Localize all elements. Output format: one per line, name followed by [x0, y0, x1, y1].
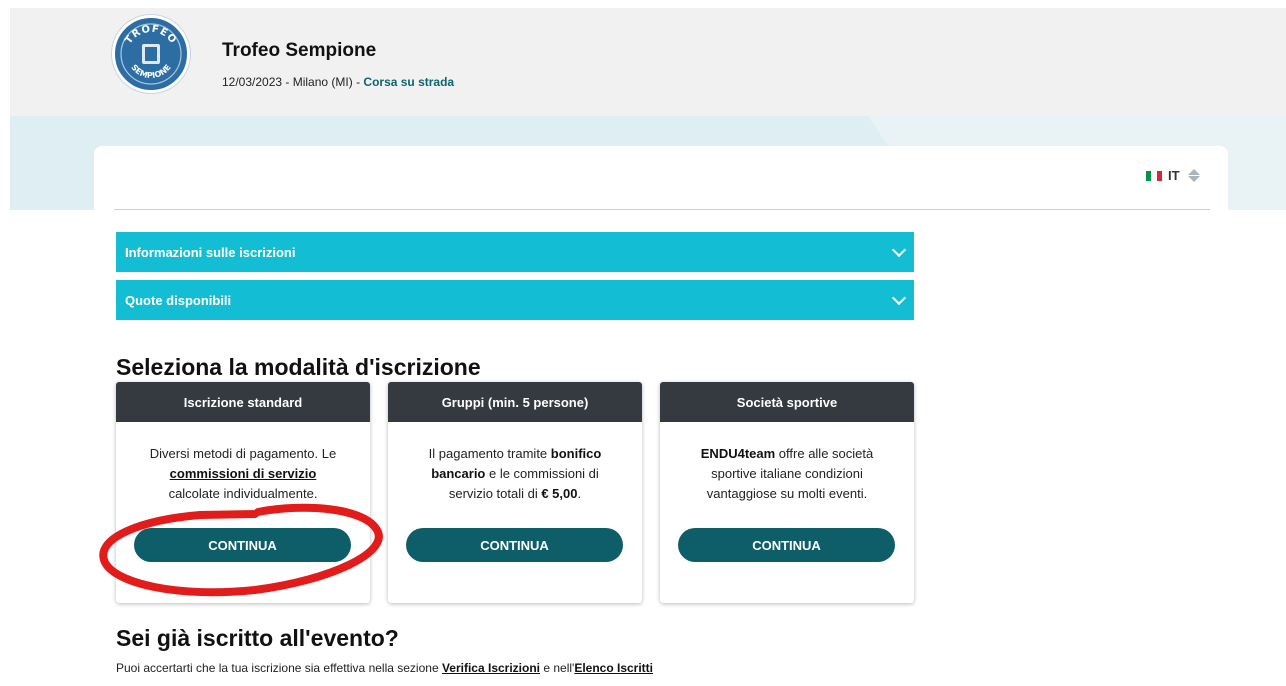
- logo-text-top: TROFEO: [123, 24, 177, 47]
- svg-text:TROFEO: TROFEO: [123, 24, 178, 47]
- description-text: calcolate individualmente.: [168, 486, 318, 501]
- registration-mode-title: Seleziona la modalità d'iscrizione: [116, 354, 481, 380]
- description-text: .: [577, 486, 582, 501]
- language-selector[interactable]: IT: [1146, 168, 1200, 183]
- continue-button-clubs[interactable]: CONTINUA: [678, 528, 895, 562]
- service-fees-link[interactable]: commissioni di servizio: [170, 466, 317, 481]
- chevron-down-icon: [891, 290, 907, 306]
- accordion-label: Quote disponibili: [125, 292, 232, 308]
- description-text: e le commissioni di: [485, 466, 599, 481]
- footer-text: e nell': [540, 661, 575, 675]
- event-meta: 12/03/2023 - Milano (MI) - Corsa su stra…: [222, 75, 454, 89]
- sort-arrows-icon: [1187, 169, 1200, 182]
- description-text: Il pagamento tramite: [428, 446, 551, 461]
- event-category-link[interactable]: Corsa su strada: [363, 75, 454, 89]
- logo-text-bottom: SEMPIONE: [129, 63, 172, 80]
- option-card-title: Gruppi (min. 5 persone): [388, 382, 642, 422]
- already-registered-text: Puoi accertarti che la tua iscrizione si…: [116, 661, 653, 675]
- footer-text: Puoi accertarti che la tua iscrizione si…: [116, 661, 442, 675]
- option-card-description: Diversi metodi di pagamento. Le commissi…: [126, 444, 360, 504]
- already-registered-title: Sei già iscritto all'evento?: [116, 625, 399, 651]
- description-bold: ENDU4team: [700, 446, 776, 461]
- option-card-description: Il pagamento tramite bonifico bancario e…: [398, 444, 632, 504]
- event-header-band: [10, 8, 1286, 116]
- option-card-clubs: Società sportive ENDU4team offre alle so…: [660, 382, 914, 603]
- accordion-label: Informazioni sulle iscrizioni: [125, 244, 296, 260]
- continue-button-groups[interactable]: CONTINUA: [406, 528, 623, 562]
- option-card-standard: Iscrizione standard Diversi metodi di pa…: [116, 382, 370, 603]
- description-bold: bancario: [431, 466, 486, 481]
- accordion-registration-info[interactable]: Informazioni sulle iscrizioni: [116, 232, 914, 272]
- option-card-title: Iscrizione standard: [116, 382, 370, 422]
- description-text: Diversi metodi di pagamento. Le: [149, 446, 337, 461]
- chevron-down-icon: [891, 242, 907, 258]
- verify-registrations-link[interactable]: Verifica Iscrizioni: [442, 661, 540, 675]
- description-text: offre alle società: [775, 446, 874, 461]
- continue-button-standard[interactable]: CONTINUA: [134, 528, 351, 562]
- divider: [114, 209, 1210, 210]
- accordion-available-fees[interactable]: Quote disponibili: [116, 280, 914, 320]
- registered-list-link[interactable]: Elenco Iscritti: [574, 661, 653, 675]
- description-text: vantaggiose su molti eventi.: [706, 486, 868, 501]
- event-date-location: 12/03/2023 - Milano (MI) -: [222, 75, 364, 89]
- svg-text:SEMPIONE: SEMPIONE: [129, 63, 172, 80]
- language-code: IT: [1168, 168, 1180, 183]
- option-card-groups: Gruppi (min. 5 persone) Il pagamento tra…: [388, 382, 642, 603]
- event-title: Trofeo Sempione: [222, 40, 377, 61]
- description-bold: bonifico: [550, 446, 602, 461]
- option-card-title: Società sportive: [660, 382, 914, 422]
- italian-flag-icon: [1146, 170, 1162, 181]
- event-logo: TROFEO SEMPIONE: [112, 15, 190, 93]
- description-bold: € 5,00: [541, 486, 578, 501]
- option-card-description: ENDU4team offre alle società sportive it…: [670, 444, 904, 504]
- logo-emblem-icon: TROFEO SEMPIONE: [120, 23, 182, 85]
- description-text: servizio totali di: [448, 486, 542, 501]
- description-text: sportive italiane condizioni: [711, 466, 863, 481]
